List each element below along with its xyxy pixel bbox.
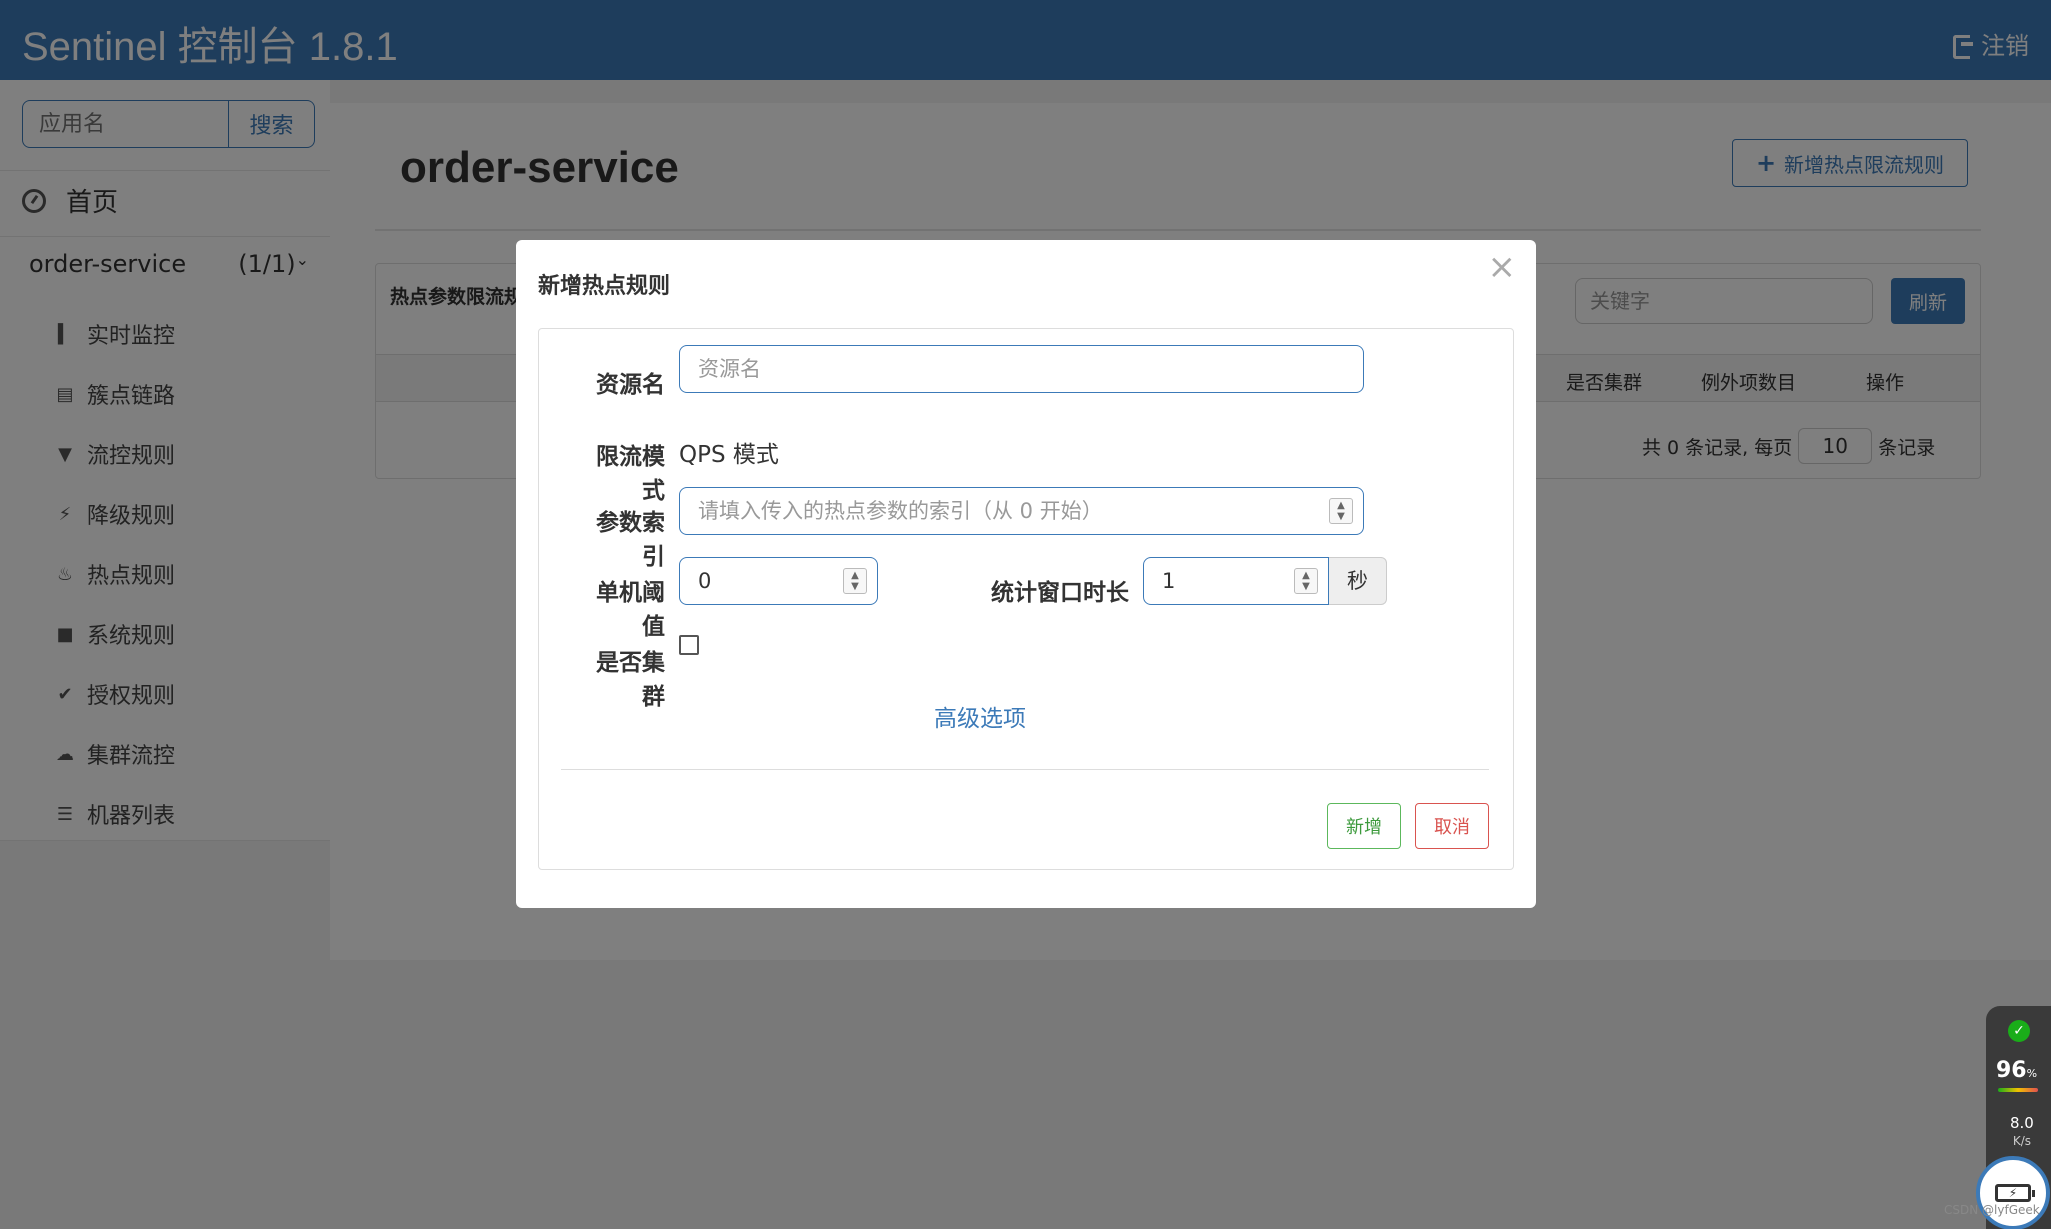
submit-button[interactable]: 新增 (1327, 803, 1401, 849)
stat-window-label: 统计窗口时长 (991, 580, 1129, 606)
battery-button[interactable]: ⚡ (1976, 1156, 2050, 1229)
network-speed: 8.0 K/s (2010, 1114, 2034, 1148)
stepper-icon[interactable]: ▲ ▼ (843, 568, 867, 594)
add-hotspot-rule-dialog: 新增热点规则 × 资源名 资源名 限流模式 QPS 模式 参数索引 请填入传入的… (516, 240, 1536, 908)
threshold-value: 0 (698, 569, 712, 593)
seconds-addon: 秒 (1329, 557, 1387, 605)
stepper-icon[interactable]: ▲ ▼ (1294, 568, 1318, 594)
param-index-placeholder: 请填入传入的热点参数的索引（从 0 开始） (698, 499, 1103, 523)
stepper-icon[interactable]: ▲ ▼ (1329, 498, 1353, 524)
flow-mode-value: QPS 模式 (679, 442, 779, 468)
stat-window-value: 1 (1162, 569, 1176, 593)
param-index-label: 参数索引 (596, 510, 665, 570)
usage-bar (1998, 1088, 2038, 1092)
flow-mode-label: 限流模式 (596, 444, 665, 504)
system-monitor-widget[interactable]: ✓ 96% 8.0 K/s ⚡ (1976, 1006, 2051, 1229)
advanced-options-link[interactable]: 高级选项 (934, 699, 1026, 733)
check-icon: ✓ (2008, 1020, 2030, 1042)
param-index-input[interactable]: 请填入传入的热点参数的索引（从 0 开始） ▲ ▼ (679, 487, 1364, 535)
cancel-button[interactable]: 取消 (1415, 803, 1489, 849)
dialog-title: 新增热点规则 (538, 274, 671, 299)
close-icon[interactable]: × (1488, 250, 1517, 284)
watermark: CSDN @lyfGeek (1944, 1203, 2040, 1217)
battery-charging-icon: ⚡ (1995, 1184, 2035, 1202)
dialog-form: 资源名 资源名 限流模式 QPS 模式 参数索引 请填入传入的热点参数的索引（从… (538, 328, 1514, 870)
threshold-label: 单机阈值 (596, 580, 665, 640)
cluster-mode-checkbox[interactable] (679, 635, 699, 655)
form-divider (561, 769, 1489, 770)
stat-window-input[interactable]: 1 ▲ ▼ (1143, 557, 1329, 605)
memory-percent: 96% (1996, 1058, 2038, 1083)
threshold-input[interactable]: 0 ▲ ▼ (679, 557, 878, 605)
resource-name-placeholder: 资源名 (698, 357, 761, 381)
resource-name-input[interactable]: 资源名 (679, 345, 1364, 393)
cluster-mode-label: 是否集群 (596, 650, 665, 710)
resource-name-label: 资源名 (596, 372, 665, 398)
